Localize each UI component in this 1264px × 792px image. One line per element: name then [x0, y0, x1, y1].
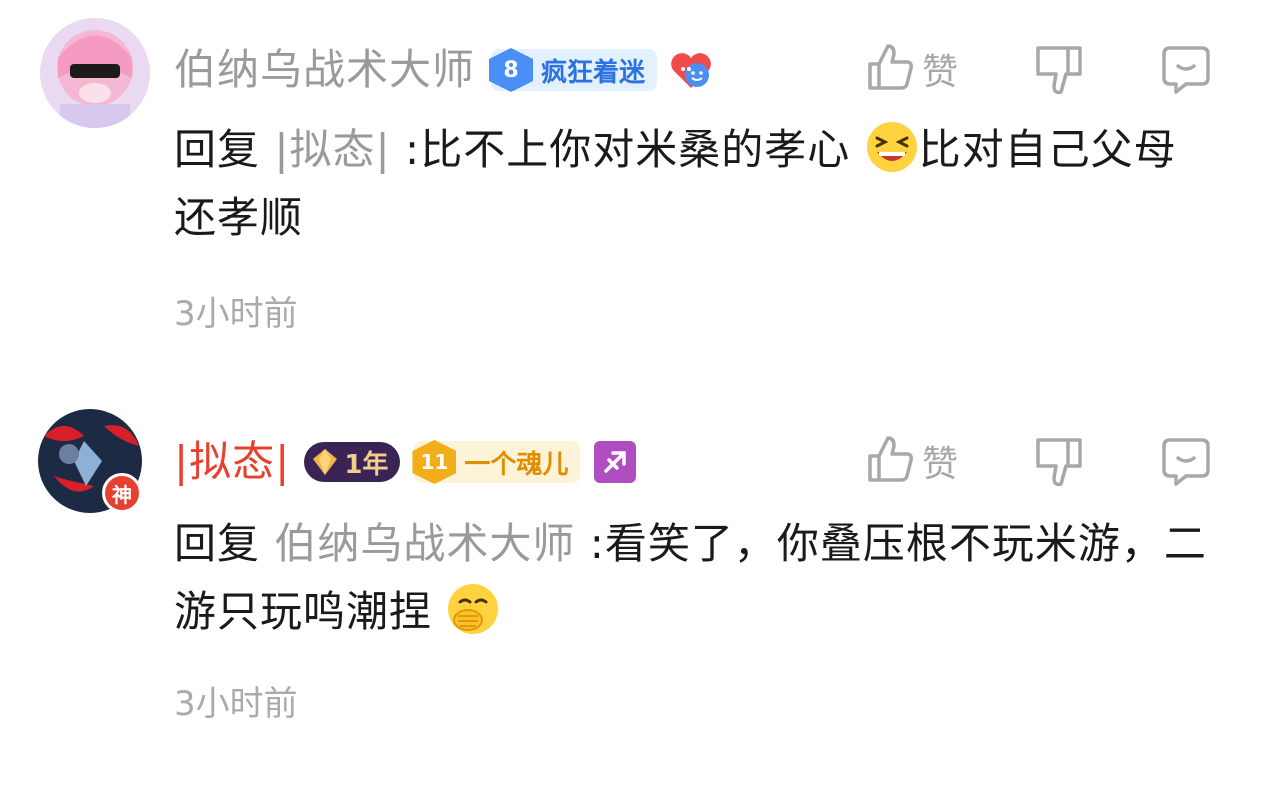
- like-button[interactable]: 赞: [866, 42, 958, 96]
- reply-button[interactable]: [1160, 44, 1212, 100]
- reply-button[interactable]: [1160, 436, 1212, 492]
- comment-body: 回复 伯纳乌战术大师 :看笑了，你叠压根不玩米游，二游只玩鸣潮捏: [174, 510, 1214, 646]
- like-label: 赞: [922, 444, 959, 485]
- thumb-down-icon: [1034, 436, 1084, 494]
- mention-link[interactable]: |拟态|: [274, 125, 390, 174]
- level-badge[interactable]: 11 一个魂儿: [412, 440, 581, 484]
- level-badge-label: 一个魂儿: [464, 449, 569, 480]
- like-label: 赞: [922, 52, 959, 93]
- comment-header: 伯纳乌战术大师 8 疯狂着迷: [174, 44, 713, 96]
- thumb-up-icon: [866, 42, 914, 96]
- comment-body: 回复 |拟态| :比不上你对米桑的孝心 比对自己父母还孝顺: [174, 116, 1214, 252]
- fan-badge-label: 疯狂着迷: [541, 57, 646, 88]
- chat-bubble-icon: [1160, 436, 1212, 492]
- sagittarius-icon: [594, 441, 637, 483]
- mention-link[interactable]: 伯纳乌战术大师: [274, 519, 575, 568]
- hand-over-mouth-emoji-icon: [446, 582, 500, 636]
- dislike-button[interactable]: [1034, 44, 1084, 102]
- crown-gem-icon: [310, 447, 340, 477]
- vip-badge-label: 1年: [344, 449, 389, 480]
- fan-level-number: 8: [489, 48, 534, 92]
- comment-header: |拟态| 1年 11 一个魂儿: [174, 436, 637, 488]
- like-button[interactable]: 赞: [866, 434, 958, 488]
- vip-badge[interactable]: 1年: [304, 442, 401, 482]
- avatar-god-badge: 神: [102, 473, 142, 513]
- dislike-button[interactable]: [1034, 436, 1084, 494]
- comment-text: :比不上你对米桑的孝心: [390, 125, 851, 174]
- chat-bubble-icon: [1160, 44, 1212, 100]
- username[interactable]: |拟态|: [174, 436, 290, 488]
- timestamp: 3小时前: [174, 294, 298, 334]
- timestamp: 3小时前: [174, 684, 298, 724]
- laughing-squint-emoji-icon: [865, 120, 919, 174]
- fan-level-badge[interactable]: 8 疯狂着迷: [489, 48, 658, 92]
- heart-face-emoji-icon: [669, 48, 713, 92]
- level-number: 11: [412, 440, 457, 484]
- reply-prefix: 回复: [174, 125, 261, 174]
- thumb-down-icon: [1034, 44, 1084, 102]
- thumb-up-icon: [866, 434, 914, 488]
- reply-prefix: 回复: [174, 519, 261, 568]
- avatar[interactable]: [40, 18, 150, 128]
- username[interactable]: 伯纳乌战术大师: [174, 44, 475, 96]
